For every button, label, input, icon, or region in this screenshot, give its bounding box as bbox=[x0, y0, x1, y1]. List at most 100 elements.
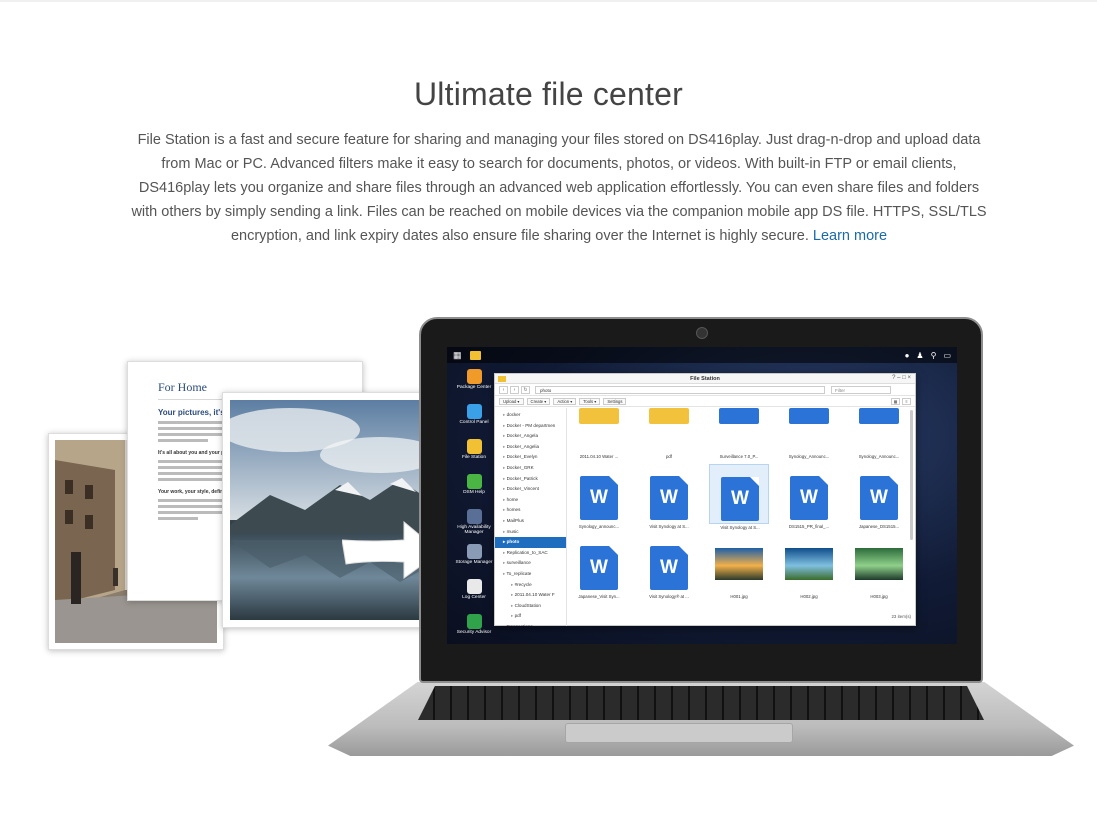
upload-button[interactable]: Upload ▾ bbox=[499, 397, 524, 405]
text-line bbox=[158, 433, 228, 436]
desktop-shortcut[interactable]: High Availability Manager bbox=[451, 509, 497, 538]
desktop-shortcut[interactable]: Package Center bbox=[451, 369, 497, 398]
file-item[interactable] bbox=[709, 604, 769, 614]
folder-tree-item[interactable]: ▸ music bbox=[495, 527, 566, 538]
word-document-icon: W bbox=[721, 477, 759, 521]
folder-tree-item[interactable]: ▸ home bbox=[495, 495, 566, 506]
file-item[interactable] bbox=[779, 604, 839, 614]
folder-tree-label: Docker_Evelyn bbox=[506, 454, 538, 460]
help-icon[interactable]: ? bbox=[892, 375, 895, 381]
folder-tree-item[interactable]: ▸ docker bbox=[495, 410, 566, 421]
lake-photo-print bbox=[222, 392, 428, 628]
desktop-shortcut[interactable]: Log Center bbox=[451, 579, 497, 608]
search-icon[interactable]: ⚲ bbox=[931, 351, 937, 360]
folder-tree-item[interactable]: ▸ Docker - PM departmen bbox=[495, 421, 566, 432]
notification-icon[interactable]: ● bbox=[905, 351, 910, 360]
file-item[interactable]: Synology_Announc... bbox=[849, 408, 909, 459]
file-item[interactable]: W DS1515_PR_final_... bbox=[779, 464, 839, 529]
folder-tree-item[interactable]: ▸ 2011.04.10 Water F bbox=[495, 590, 566, 601]
widgets-icon[interactable]: ▭ bbox=[943, 351, 951, 360]
file-item[interactable] bbox=[569, 604, 629, 614]
create-button[interactable]: Create ▾ bbox=[526, 397, 551, 405]
maximize-icon[interactable]: □ bbox=[902, 375, 906, 381]
desktop-shortcut-label: Log Center bbox=[462, 595, 486, 600]
learn-more-link[interactable]: Learn more bbox=[813, 228, 887, 244]
file-station-taskbar-icon[interactable] bbox=[469, 350, 481, 360]
folder-tree-item[interactable]: ▸ MailPlus bbox=[495, 516, 566, 527]
document-icon bbox=[719, 408, 759, 424]
file-item[interactable] bbox=[639, 604, 699, 614]
folder-tree-item[interactable]: ▸ homes bbox=[495, 505, 566, 516]
file-item[interactable]: W Synology_announc... bbox=[569, 464, 629, 529]
file-item[interactable]: 2011.04.10 Water ... bbox=[569, 408, 629, 459]
folder-tree-label: Replication_to_SAC bbox=[506, 549, 548, 555]
file-item[interactable]: W Visit Synology at S... bbox=[639, 464, 699, 529]
minimize-icon[interactable]: – bbox=[897, 375, 900, 381]
folder-tree-item[interactable]: ▸ Docker_GRK bbox=[495, 463, 566, 474]
refresh-button[interactable]: ↻ bbox=[521, 385, 530, 394]
laptop-touchpad bbox=[565, 723, 793, 743]
file-item[interactable]: Surveillance 7.0_P... bbox=[709, 408, 769, 459]
forward-button[interactable]: › bbox=[510, 385, 519, 394]
folder-tree-item[interactable]: ▸ CloudStation bbox=[495, 601, 566, 612]
file-item[interactable]: W Japanese_DS1515... bbox=[849, 464, 909, 529]
user-icon[interactable]: ♟ bbox=[916, 351, 923, 360]
folder-tree-label: Docker - PM departmen bbox=[506, 422, 556, 428]
folder-tree-item[interactable]: ▸ Docker_Angelia bbox=[495, 442, 566, 453]
desktop-shortcut-label: DSM Help bbox=[463, 490, 485, 495]
desktop-shortcut[interactable]: File Station bbox=[451, 439, 497, 468]
action-button[interactable]: Action ▾ bbox=[553, 397, 577, 405]
window-titlebar[interactable]: File Station ? – □ × bbox=[495, 374, 915, 384]
main-menu-icon[interactable]: ▦ bbox=[453, 347, 462, 363]
file-item[interactable]: H003.jpg bbox=[849, 534, 909, 599]
file-item[interactable]: H001.jpg bbox=[709, 534, 769, 599]
desktop-shortcuts: Package Center Control Panel File Station D… bbox=[451, 369, 497, 644]
file-grid: 2011.04.10 Water ... pdf Surveillance 7.0_… bbox=[569, 408, 909, 614]
folder-tree-item[interactable]: ▸ surveillance bbox=[495, 558, 566, 569]
desktop-shortcut[interactable]: DSM Help bbox=[451, 474, 497, 503]
file-item[interactable]: Synology_Announc... bbox=[779, 408, 839, 459]
folder-tree-item[interactable]: ▸ pdf bbox=[495, 611, 566, 622]
view-switcher: ▦ ≡ bbox=[889, 397, 911, 405]
settings-button[interactable]: Settings bbox=[603, 397, 627, 405]
file-item[interactable]: H002.jpg bbox=[779, 534, 839, 599]
folder-tree-item[interactable]: ▸ Docker_Evelyn bbox=[495, 452, 566, 463]
window-controls: ? – □ × bbox=[892, 375, 911, 381]
desktop-shortcut[interactable]: Security Advisor bbox=[451, 614, 497, 643]
desktop-shortcut-label: Security Advisor bbox=[456, 630, 492, 635]
folder-tree-item[interactable]: ▸ To_replicate bbox=[495, 569, 566, 580]
folder-tree-item[interactable]: ▸ photo bbox=[495, 537, 566, 548]
file-station-window: File Station ? – □ × ‹ › ↻ photo Filter … bbox=[494, 373, 916, 626]
file-item[interactable]: W Visit Synology at S... bbox=[709, 464, 769, 530]
grid-view-icon[interactable]: ▦ bbox=[891, 397, 900, 405]
tools-button[interactable]: Tools ▾ bbox=[579, 397, 601, 405]
file-item[interactable]: pdf bbox=[639, 408, 699, 459]
folder-tree-item[interactable]: ▸ Docker_Vincent bbox=[495, 484, 566, 495]
text-line bbox=[158, 517, 198, 520]
folder-tree-item[interactable]: ▸ Replication_to_SAC bbox=[495, 548, 566, 559]
desktop-shortcut-label: Storage Manager bbox=[455, 560, 493, 565]
folder-icon bbox=[579, 408, 619, 424]
filter-input[interactable]: Filter bbox=[831, 385, 891, 394]
file-item[interactable]: W Japanese_Visit Syn... bbox=[569, 534, 629, 599]
list-view-icon[interactable]: ≡ bbox=[902, 397, 911, 405]
folder-tree-item[interactable]: ▸ Docker_Angela bbox=[495, 431, 566, 442]
path-field[interactable]: photo bbox=[535, 385, 825, 394]
folder-tree-label: music bbox=[506, 528, 519, 534]
grid-scrollbar[interactable] bbox=[910, 410, 913, 540]
desktop-shortcut[interactable]: Storage Manager bbox=[451, 544, 497, 573]
file-item[interactable]: W Visit Synology® at ... bbox=[639, 534, 699, 599]
taskbar-tray: ● ♟ ⚲ ▭ bbox=[898, 351, 951, 360]
window-title: File Station bbox=[690, 376, 720, 382]
desktop-shortcut[interactable]: Control Panel bbox=[451, 404, 497, 433]
file-name: Visit Synology® at ... bbox=[649, 594, 689, 599]
folder-tree-label: docker bbox=[506, 412, 521, 417]
text-line bbox=[158, 460, 228, 463]
folder-tree-item[interactable]: ▸ Docker_Patrick bbox=[495, 474, 566, 485]
folder-tree-item[interactable]: ▸ #recycle bbox=[495, 580, 566, 591]
back-button[interactable]: ‹ bbox=[499, 385, 508, 394]
folder-tree-item[interactable]: ▸ Transactions bbox=[495, 622, 566, 626]
file-item[interactable] bbox=[849, 604, 909, 614]
close-icon[interactable]: × bbox=[907, 375, 911, 381]
file-name: H001.jpg bbox=[730, 594, 748, 599]
